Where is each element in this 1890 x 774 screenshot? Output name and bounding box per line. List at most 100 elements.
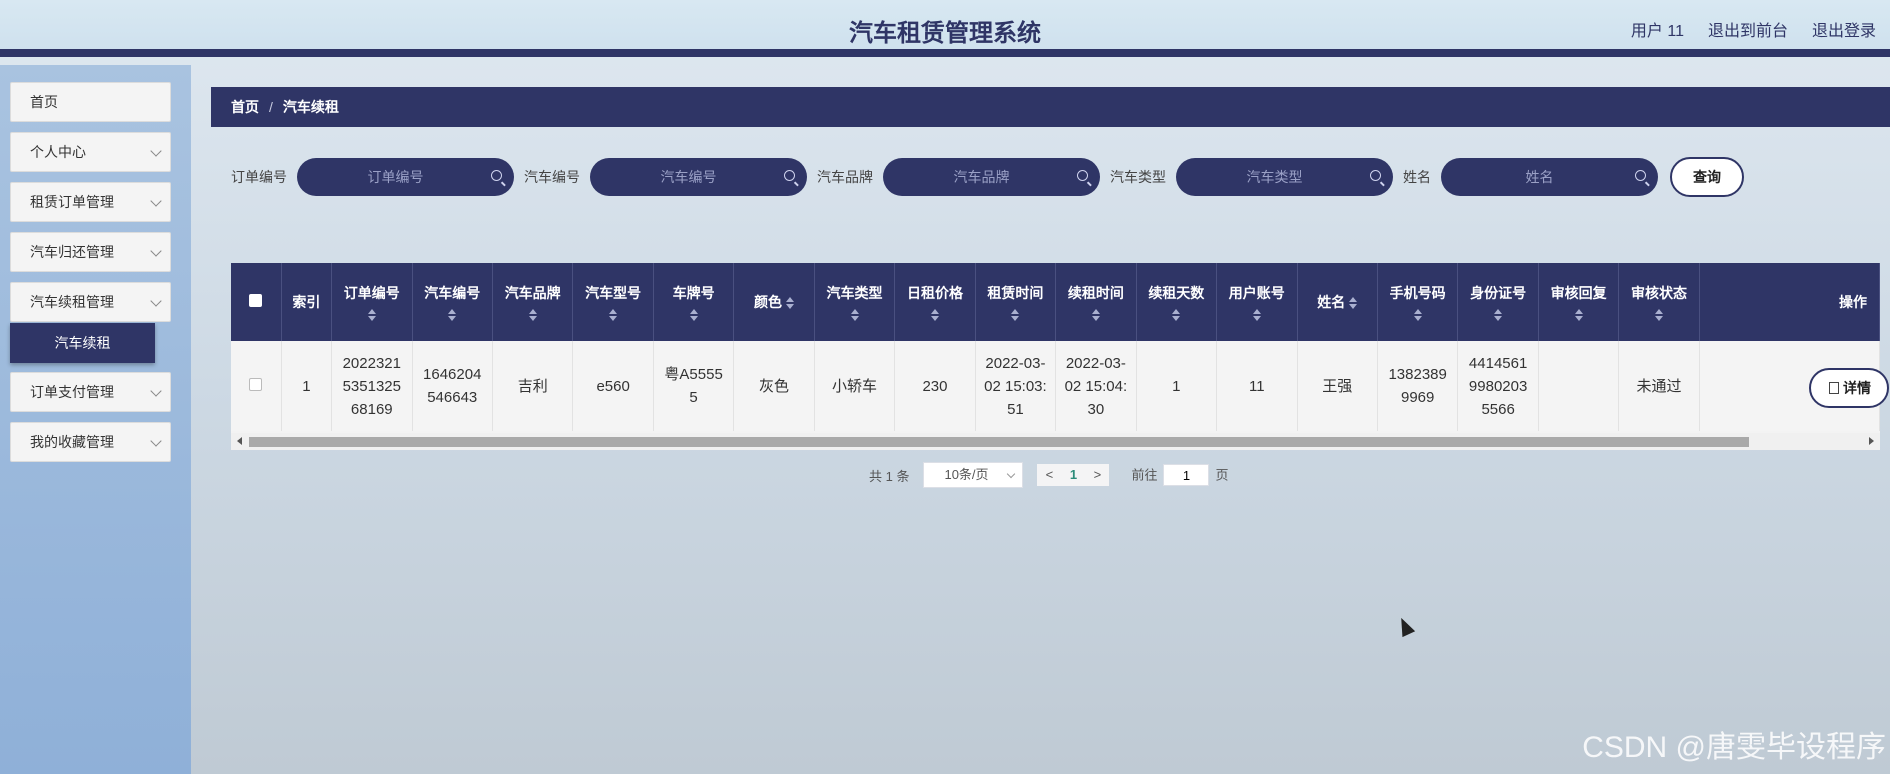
table-cell: e560 [572, 341, 654, 431]
sidebar-item-renewal[interactable]: 汽车续租管理 [10, 282, 171, 322]
sidebar-item-label: 汽车续租管理 [30, 294, 114, 310]
select-all-cell[interactable] [231, 263, 282, 341]
search-icon [1635, 170, 1646, 181]
sort-icon[interactable] [1574, 309, 1583, 321]
sidebar-item-personal[interactable]: 个人中心 [10, 132, 171, 172]
table-cell: 2022-03-02 15:03:51 [975, 341, 1057, 431]
scroll-right-icon[interactable] [1869, 437, 1874, 445]
table-cell: 441456199802035566 [1457, 341, 1539, 431]
sort-icon[interactable] [1655, 309, 1664, 321]
chevron-down-icon [150, 295, 162, 307]
car-type-label: 汽车类型 [1110, 169, 1166, 185]
breadcrumb-separator: / [269, 99, 273, 115]
search-icon [491, 170, 502, 181]
table-header-row: 索引 订单编号 汽车编号 汽车品牌 汽车型号 车牌号 颜色 汽车类型 日租价格 … [231, 263, 1880, 341]
table-cell: 粤A55555 [653, 341, 735, 431]
sort-icon[interactable] [1494, 309, 1503, 321]
mouse-cursor-icon [1394, 614, 1416, 638]
name-box [1441, 158, 1658, 196]
sort-icon[interactable] [689, 309, 698, 321]
chevron-down-icon [150, 195, 162, 207]
search-row: 订单编号 汽车编号 汽车品牌 汽车类型 姓名 查询 [231, 157, 1744, 197]
sort-icon[interactable] [609, 309, 618, 321]
table-cell: 灰色 [733, 341, 815, 431]
sidebar-item-favorites[interactable]: 我的收藏管理 [10, 422, 171, 462]
sort-icon[interactable] [367, 309, 376, 321]
column-header[interactable]: 汽车型号 [572, 263, 654, 341]
sidebar-item-label: 订单支付管理 [30, 384, 114, 400]
table-cell: 11 [1216, 341, 1298, 431]
sidebar-item-returns[interactable]: 汽车归还管理 [10, 232, 171, 272]
column-header[interactable]: 手机号码 [1377, 263, 1459, 341]
column-header[interactable]: 续租天数 [1136, 263, 1218, 341]
search-icon [784, 170, 795, 181]
sidebar-item-home[interactable]: 首页 [10, 82, 171, 122]
order-no-box [297, 158, 514, 196]
sort-icon[interactable] [448, 309, 457, 321]
sort-icon[interactable] [786, 297, 795, 310]
column-header[interactable]: 续租时间 [1055, 263, 1137, 341]
sort-icon[interactable] [1349, 297, 1358, 310]
next-page-button[interactable]: > [1085, 464, 1109, 486]
sort-icon[interactable] [1252, 309, 1261, 321]
column-header[interactable]: 姓名 [1297, 263, 1378, 341]
total-count: 共 1 条 [869, 468, 910, 484]
prev-page-button[interactable]: < [1037, 464, 1061, 486]
sidebar-item-payments[interactable]: 订单支付管理 [10, 372, 171, 412]
column-header[interactable]: 汽车品牌 [492, 263, 574, 341]
logout-link[interactable]: 退出登录 [1812, 17, 1876, 41]
goto-page-input[interactable] [1163, 464, 1210, 486]
column-header[interactable]: 汽车编号 [412, 263, 493, 341]
goto-label: 前往 [1131, 467, 1158, 483]
column-header[interactable]: 租赁时间 [975, 263, 1057, 341]
page-jump: 前往 页 [1131, 464, 1229, 486]
column-header[interactable]: 审核回复 [1538, 263, 1620, 341]
sort-icon[interactable] [930, 309, 939, 321]
brand-input[interactable] [883, 158, 1100, 196]
column-header[interactable]: 车牌号 [653, 263, 735, 341]
column-header[interactable]: 汽车类型 [814, 263, 896, 341]
column-header[interactable]: 审核状态 [1618, 263, 1700, 341]
sort-icon[interactable] [850, 309, 859, 321]
sidebar-subitem-renewal[interactable]: 汽车续租 [10, 323, 155, 363]
column-header[interactable]: 订单编号 [331, 263, 413, 341]
column-header[interactable]: 日租价格 [894, 263, 976, 341]
top-nav: 用户 11 退出到前台 退出登录 [1631, 17, 1876, 41]
breadcrumb-current: 汽车续租 [282, 99, 339, 115]
user-label[interactable]: 用户 11 [1631, 17, 1684, 41]
sidebar-item-label: 租赁订单管理 [30, 194, 114, 210]
chevron-down-icon [150, 435, 162, 447]
scroll-left-icon[interactable] [237, 437, 242, 445]
name-input[interactable] [1441, 158, 1658, 196]
sidebar: 首页 个人中心 租赁订单管理 汽车归还管理 汽车续租管理 汽车续租 订单支付管理… [0, 65, 191, 774]
breadcrumb-home[interactable]: 首页 [231, 99, 259, 115]
scrollbar-thumb[interactable] [249, 437, 1749, 447]
sidebar-item-rental-orders[interactable]: 租赁订单管理 [10, 182, 171, 222]
column-header: 索引 [281, 263, 333, 341]
page-unit-label: 页 [1215, 467, 1229, 483]
sort-icon[interactable] [1172, 309, 1181, 321]
sort-icon[interactable] [1011, 309, 1020, 321]
column-header[interactable]: 用户账号 [1216, 263, 1298, 341]
table-cell: 吉利 [492, 341, 574, 431]
table-cell: 1 [281, 341, 333, 431]
select-all-checkbox[interactable] [249, 294, 263, 307]
column-header[interactable]: 颜色 [733, 263, 815, 341]
car-type-input[interactable] [1176, 158, 1393, 196]
sort-icon[interactable] [1091, 309, 1100, 321]
current-page[interactable]: 1 [1061, 464, 1085, 486]
column-header: 操作 [1699, 263, 1880, 341]
car-no-input[interactable] [590, 158, 807, 196]
sort-icon[interactable] [1413, 309, 1422, 321]
detail-button[interactable]: 详情 [1809, 368, 1889, 408]
order-no-input[interactable] [297, 158, 514, 196]
row-checkbox[interactable] [249, 377, 263, 391]
column-header[interactable]: 身份证号 [1457, 263, 1539, 341]
page-size-select[interactable]: 10条/页 [923, 462, 1024, 488]
horizontal-scrollbar[interactable] [231, 433, 1880, 450]
sort-icon[interactable] [528, 309, 537, 321]
query-button[interactable]: 查询 [1670, 157, 1744, 197]
back-front-link[interactable]: 退出到前台 [1708, 17, 1788, 41]
car-type-box [1176, 158, 1393, 196]
row-select-cell[interactable] [231, 341, 282, 431]
